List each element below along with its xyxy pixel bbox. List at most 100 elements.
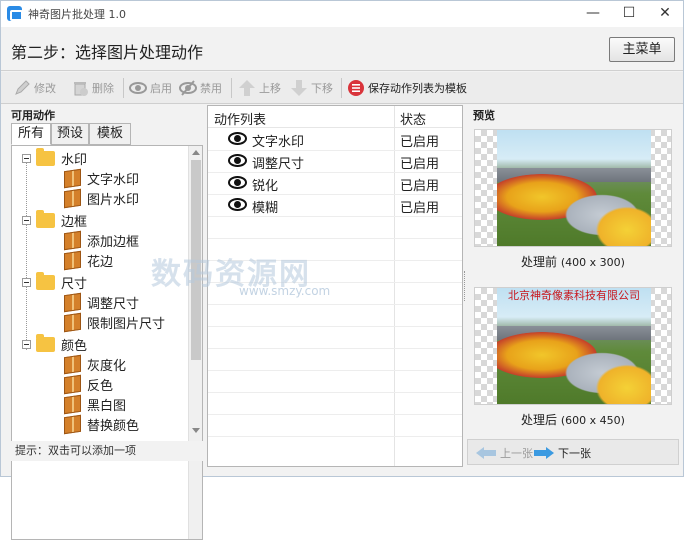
action-box-icon [64, 374, 81, 394]
tree-item-label: 花边 [87, 254, 114, 270]
action-row[interactable]: 调整尺寸 已启用 [208, 150, 462, 172]
main-menu-button[interactable]: 主菜单 [609, 37, 675, 62]
arrow-right-icon [534, 447, 554, 459]
tree-item-label: 文字水印 [87, 172, 140, 188]
tree-item-label: 黑白图 [87, 398, 127, 414]
collapse-icon[interactable] [22, 215, 31, 225]
title-bar: 神奇图片批处理 1.0 — ☐ ✕ [1, 1, 683, 27]
tree-item-label: 添加边框 [87, 234, 140, 250]
delete-label: 删除 [92, 82, 114, 95]
tree-group-label: 水印 [61, 152, 88, 168]
action-box-icon [64, 394, 81, 414]
tree-item-image-watermark[interactable]: 图片水印 [64, 188, 139, 208]
tree-group-color[interactable]: 颜色 [22, 333, 88, 354]
tree-item-add-border[interactable]: 添加边框 [64, 230, 139, 250]
eye-icon[interactable] [228, 198, 247, 211]
tree-group-label: 颜色 [61, 338, 88, 354]
action-box-icon [64, 250, 81, 270]
action-box-icon [64, 414, 81, 434]
action-name: 调整尺寸 [252, 157, 305, 172]
action-tree: 水印 文字水印 图片水印 边框 添加边框 花边 尺寸 调整尺寸 限制图片尺寸 颜… [11, 145, 203, 540]
action-state: 已启用 [400, 179, 440, 194]
scroll-up-icon[interactable] [192, 150, 200, 155]
prev-image-button[interactable]: 上一张 [476, 444, 533, 462]
step-title: 第二步：选择图片处理动作 [11, 43, 204, 62]
delete-button[interactable]: 删除 [71, 76, 114, 100]
tree-item-label: 灰度化 [87, 358, 127, 374]
step-header: 第二步：选择图片处理动作 主菜单 [1, 27, 683, 71]
landscape-photo [497, 130, 651, 246]
action-state: 已启用 [400, 157, 440, 172]
prev-label: 上一张 [500, 447, 533, 460]
action-row[interactable]: 文字水印 已启用 [208, 128, 462, 150]
tree-item-grayscale[interactable]: 灰度化 [64, 354, 126, 374]
tree-group-size[interactable]: 尺寸 [22, 271, 87, 292]
collapse-icon[interactable] [22, 153, 31, 163]
tab-all[interactable]: 所有 [11, 123, 51, 145]
tree-item-invert[interactable]: 反色 [64, 374, 113, 394]
pencil-icon [13, 79, 31, 97]
after-size: (600 x 450) [560, 414, 625, 427]
edit-button[interactable]: 修改 [13, 76, 56, 100]
action-box-icon [64, 354, 81, 374]
before-size: (400 x 300) [560, 256, 625, 269]
tree-item-limit-size[interactable]: 限制图片尺寸 [64, 312, 165, 332]
minimize-button[interactable]: — [575, 1, 611, 27]
maximize-button[interactable]: ☐ [611, 1, 647, 27]
folder-icon [36, 333, 55, 352]
app-window: 神奇图片批处理 1.0 — ☐ ✕ 第二步：选择图片处理动作 主菜单 修改 删除… [0, 0, 684, 540]
column-header-name[interactable]: 动作列表 [214, 109, 266, 128]
move-up-button[interactable]: 上移 [238, 76, 281, 100]
close-button[interactable]: ✕ [647, 1, 683, 27]
move-down-label: 下移 [311, 82, 333, 95]
preview-before-image [474, 129, 672, 247]
tree-group-border[interactable]: 边框 [22, 209, 88, 230]
eye-icon[interactable] [228, 176, 247, 189]
save-template-button[interactable]: 保存动作列表为模板 [347, 76, 467, 100]
eye-icon[interactable] [228, 132, 247, 145]
tree-scrollbar[interactable] [188, 146, 202, 539]
disable-button[interactable]: 禁用 [179, 76, 222, 100]
tree-item-label: 替换颜色 [87, 418, 140, 434]
splitter-handle[interactable] [464, 271, 466, 301]
folder-icon [36, 209, 55, 228]
column-header-state[interactable]: 状态 [400, 109, 426, 128]
tree-item-label: 限制图片尺寸 [87, 316, 166, 332]
tree-item-resize[interactable]: 调整尺寸 [64, 292, 139, 312]
hint-text: 提示：双击可以添加一项 [11, 441, 203, 461]
action-row[interactable]: 模糊 已启用 [208, 194, 462, 216]
arrow-up-icon [238, 79, 256, 97]
tab-presets[interactable]: 预设 [51, 123, 89, 145]
tree-item-lace[interactable]: 花边 [64, 250, 113, 270]
edit-label: 修改 [34, 82, 56, 95]
tree-item-text-watermark[interactable]: 文字水印 [64, 168, 139, 188]
scroll-down-icon[interactable] [192, 428, 200, 433]
action-box-icon [64, 188, 81, 208]
disable-label: 禁用 [200, 82, 222, 95]
collapse-icon[interactable] [22, 339, 31, 349]
watermark-text-overlay: 北京神奇像素科技有限公司 [508, 289, 640, 302]
tab-templates[interactable]: 模板 [89, 123, 131, 145]
toolbar: 修改 删除 启用 禁用 上移 下移 保存动作列表为模板 [1, 72, 683, 104]
enable-button[interactable]: 启用 [129, 76, 172, 100]
tree-group-watermark[interactable]: 水印 [22, 147, 88, 168]
tree-item-replace-color[interactable]: 替换颜色 [64, 414, 139, 434]
after-caption: 处理后 (600 x 450) [467, 411, 679, 428]
preview-after-image: 北京神奇像素科技有限公司 [474, 287, 672, 405]
tree-item-label: 图片水印 [87, 192, 140, 208]
collapse-icon[interactable] [22, 277, 31, 287]
action-box-icon [64, 312, 81, 332]
tree-item-black-white[interactable]: 黑白图 [64, 394, 126, 414]
folder-icon [36, 271, 55, 290]
action-name: 锐化 [252, 179, 279, 194]
action-name: 模糊 [252, 201, 279, 216]
next-image-button[interactable]: 下一张 [534, 444, 591, 462]
arrow-left-icon [476, 447, 496, 459]
eye-icon[interactable] [228, 154, 247, 167]
app-logo-icon [7, 6, 23, 21]
action-row[interactable]: 锐化 已启用 [208, 172, 462, 194]
action-box-icon [64, 230, 81, 250]
move-down-button[interactable]: 下移 [290, 76, 333, 100]
window-title: 神奇图片批处理 1.0 [28, 8, 126, 21]
tree-group-label: 边框 [61, 214, 88, 230]
